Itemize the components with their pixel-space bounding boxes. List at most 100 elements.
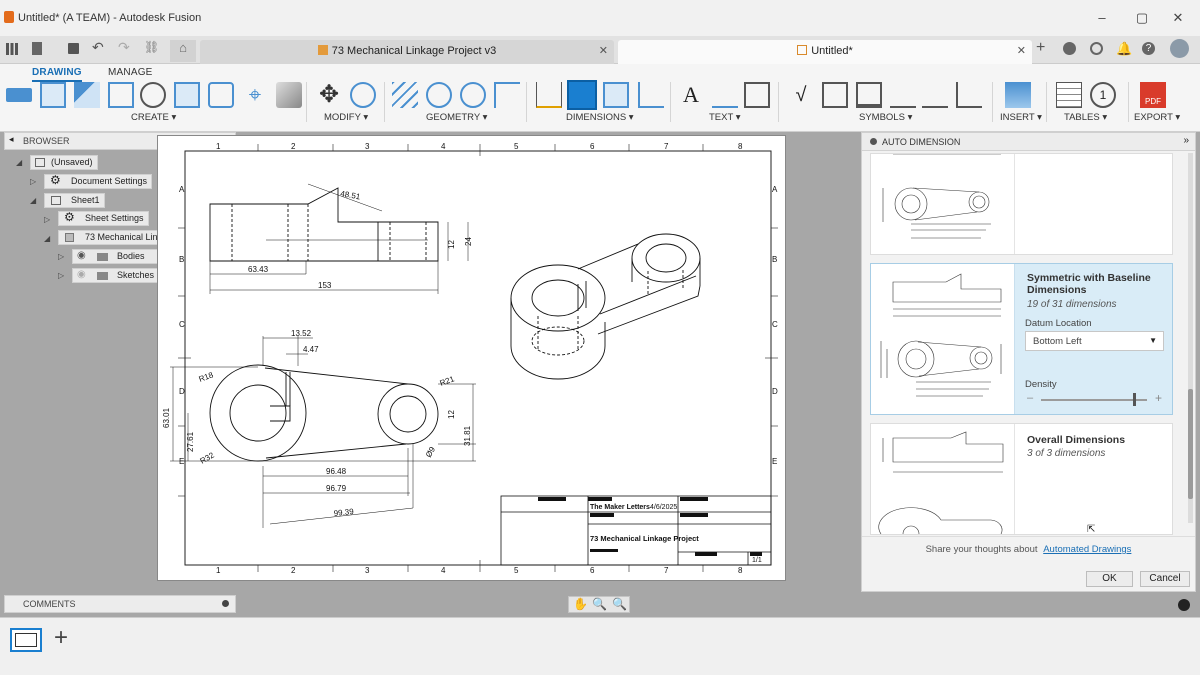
table-icon[interactable] xyxy=(1056,82,1082,108)
feature-control-frame-icon[interactable] xyxy=(822,82,848,108)
sheet-thumbnail[interactable] xyxy=(10,628,42,652)
group-dimensions[interactable]: DIMENSIONS ▾ xyxy=(566,112,634,123)
maximize-icon[interactable]: ▢ xyxy=(1132,10,1152,26)
extensions-icon[interactable] xyxy=(1063,42,1076,55)
cancel-button[interactable]: Cancel xyxy=(1140,571,1190,587)
move-icon[interactable]: ✥ xyxy=(316,82,342,108)
note-icon[interactable] xyxy=(744,82,770,108)
expand-icon[interactable]: ◢ xyxy=(44,234,50,243)
tree-node-root[interactable]: (Unsaved) xyxy=(30,155,98,170)
tab-close-icon[interactable]: ✕ xyxy=(599,40,608,62)
ordinate-dimension-icon[interactable] xyxy=(638,82,664,108)
collapse-icon[interactable]: ◂ xyxy=(9,134,14,145)
group-export[interactable]: EXPORT ▾ xyxy=(1134,112,1180,123)
dim-12-b[interactable]: 12 xyxy=(447,410,456,419)
group-create[interactable]: CREATE ▾ xyxy=(131,112,176,123)
expand-icon[interactable]: ◢ xyxy=(30,196,36,205)
leader-icon[interactable] xyxy=(712,82,738,108)
baseline-dimension-icon[interactable] xyxy=(603,82,629,108)
center-mark-pattern-icon[interactable] xyxy=(460,82,486,108)
notifications-icon[interactable]: 🔔 xyxy=(1116,41,1132,57)
group-text[interactable]: TEXT ▾ xyxy=(709,112,741,123)
dim-4-47[interactable]: 4.47 xyxy=(303,345,319,354)
home-icon[interactable]: ⌂ xyxy=(170,40,196,62)
dim-96-79[interactable]: 96.79 xyxy=(326,484,347,493)
option-card-overall[interactable]: Overall Dimensions 3 of 3 dimensions ⇱ xyxy=(870,423,1173,535)
move-view-icon[interactable] xyxy=(174,82,200,108)
job-status-icon[interactable] xyxy=(1090,42,1103,55)
tab-linkage-project[interactable]: 73 Mechanical Linkage Project v3 ✕ xyxy=(200,40,614,64)
dim-31-81[interactable]: 31.81 xyxy=(463,425,472,446)
isometric-view[interactable] xyxy=(510,233,701,380)
file-icon[interactable] xyxy=(32,42,42,55)
tab-close-icon[interactable]: ✕ xyxy=(1017,40,1026,62)
datum-target-icon[interactable] xyxy=(956,82,982,108)
plus-icon[interactable]: + xyxy=(1155,391,1162,405)
expand-icon[interactable]: ▷ xyxy=(58,271,64,280)
minimize-icon[interactable]: – xyxy=(1092,10,1112,25)
dim-27-61[interactable]: 27.61 xyxy=(186,431,195,452)
dimension-icon[interactable] xyxy=(536,82,562,108)
text-icon[interactable]: A xyxy=(678,82,704,108)
link-icon[interactable]: ⛓ xyxy=(144,40,159,54)
detail-view-icon[interactable] xyxy=(108,82,134,108)
dim-96-48[interactable]: 96.48 xyxy=(326,467,347,476)
datum-identifier-icon[interactable] xyxy=(856,82,882,108)
taper-symbol-icon[interactable] xyxy=(922,82,948,108)
plan-view[interactable] xyxy=(170,336,476,528)
tree-node-bodies[interactable]: ◉ Bodies xyxy=(72,249,158,264)
add-sheet-icon[interactable]: + xyxy=(54,624,68,652)
group-tables[interactable]: TABLES ▾ xyxy=(1064,112,1107,123)
tab-drawing[interactable]: DRAWING xyxy=(32,67,82,82)
cube-icon[interactable] xyxy=(276,82,302,108)
dim-dia-9[interactable]: Ø9 xyxy=(424,445,437,459)
dim-99-39[interactable]: 99.39 xyxy=(333,507,354,518)
avatar[interactable] xyxy=(1170,39,1189,58)
help-icon[interactable]: ? xyxy=(1142,42,1155,55)
balloon-icon[interactable]: 1 xyxy=(1090,82,1116,108)
expand-icon[interactable]: ▷ xyxy=(30,177,36,186)
new-tab-icon[interactable]: + xyxy=(1036,39,1045,57)
app-grid-icon[interactable] xyxy=(6,43,18,55)
minus-icon[interactable]: – xyxy=(1027,392,1033,404)
rotate-icon[interactable] xyxy=(350,82,376,108)
centerline-icon[interactable] xyxy=(392,82,418,108)
group-symbols[interactable]: SYMBOLS ▾ xyxy=(859,112,912,123)
surface-texture-icon[interactable]: √ xyxy=(788,82,814,108)
visibility-hidden-icon[interactable]: ◉ xyxy=(77,268,86,281)
dim-r18[interactable]: R18 xyxy=(198,370,215,384)
option-card-symmetric-baseline[interactable]: Symmetric with Baseline Dimensions 19 of… xyxy=(870,263,1173,415)
tree-node-document-settings[interactable]: ⚙ Document Settings xyxy=(44,174,153,189)
visibility-icon[interactable]: ◉ xyxy=(77,249,86,262)
expand-icon[interactable]: ▷ xyxy=(58,252,64,261)
pan-icon[interactable]: ✋ xyxy=(573,597,588,611)
dim-63-01[interactable]: 63.01 xyxy=(162,407,171,428)
auto-dimension-icon[interactable] xyxy=(567,80,597,110)
dim-63-43[interactable]: 63.43 xyxy=(248,265,269,274)
tree-node-sheet-settings[interactable]: ⚙ Sheet Settings xyxy=(58,211,149,226)
pdf-export-icon[interactable]: PDF xyxy=(1140,82,1166,108)
feedback-link[interactable]: Automated Drawings xyxy=(1043,544,1131,555)
comments-panel-header[interactable]: COMMENTS xyxy=(4,595,236,613)
undo-icon[interactable]: ↶ xyxy=(92,39,104,56)
front-view[interactable] xyxy=(209,183,469,294)
save-icon[interactable] xyxy=(68,43,79,54)
base-view-icon[interactable] xyxy=(6,88,32,102)
projected-view-icon[interactable] xyxy=(40,82,66,108)
edge-extension-icon[interactable] xyxy=(494,82,520,108)
center-mark-icon[interactable]: ⌖ xyxy=(242,82,268,108)
tree-node-sketches[interactable]: ◉ Sketches xyxy=(72,268,158,283)
dim-48-51[interactable]: 48.51 xyxy=(340,189,362,201)
insert-image-icon[interactable] xyxy=(1005,82,1031,108)
group-insert[interactable]: INSERT ▾ xyxy=(1000,112,1042,123)
slider-thumb[interactable] xyxy=(1133,393,1137,406)
dim-24[interactable]: 24 xyxy=(464,237,473,246)
drawing-sheet[interactable]: 1 2 3 4 5 6 7 8 1 2 3 4 5 6 7 8 A B C D … xyxy=(157,135,786,581)
zoom-window-icon[interactable]: 🔍 xyxy=(612,597,627,611)
tab-manage[interactable]: MANAGE xyxy=(108,67,153,78)
welding-symbol-icon[interactable] xyxy=(890,82,916,108)
dim-r32[interactable]: R32 xyxy=(199,450,217,465)
pin-icon[interactable] xyxy=(222,600,229,607)
zoom-icon[interactable]: 🔍 xyxy=(592,597,607,611)
group-modify[interactable]: MODIFY ▾ xyxy=(324,112,368,123)
